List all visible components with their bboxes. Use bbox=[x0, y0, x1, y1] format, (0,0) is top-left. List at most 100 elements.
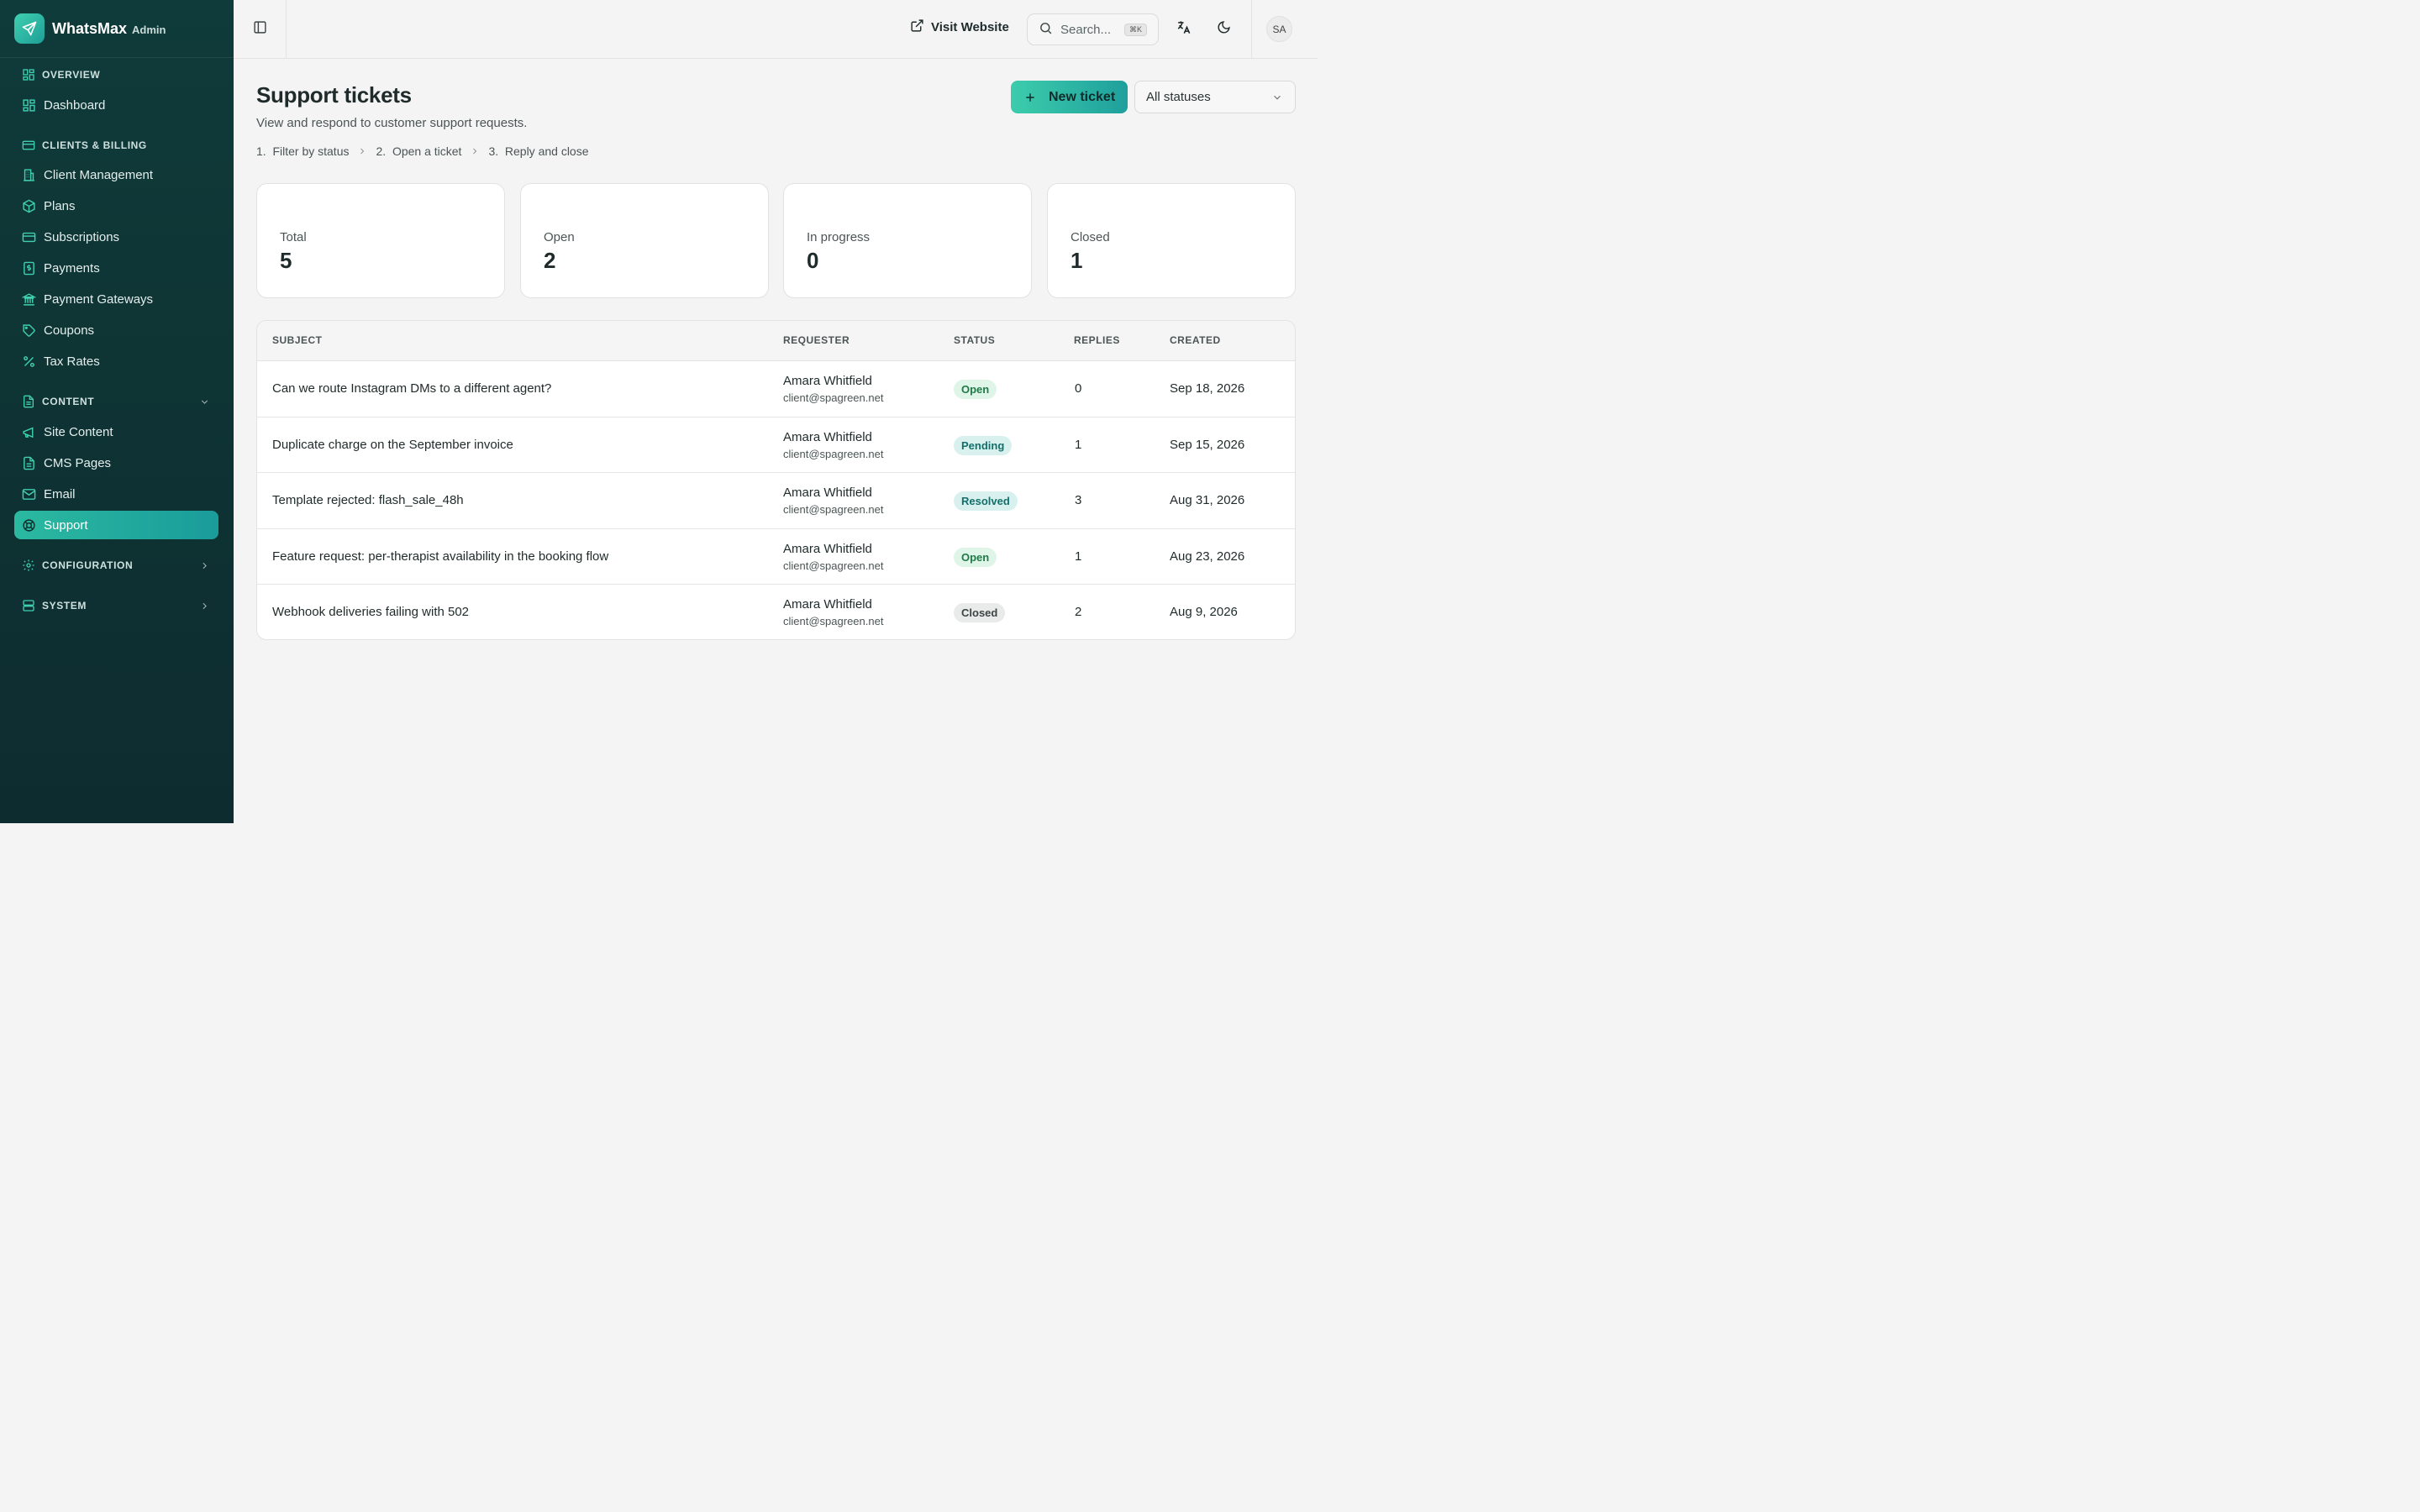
requester-email: client@spagreen.net bbox=[783, 447, 884, 460]
status-badge: Closed bbox=[954, 603, 1006, 622]
section-configuration[interactable]: CONFIGURATION bbox=[0, 557, 234, 574]
status-badge: Open bbox=[954, 547, 997, 567]
lifebuoy-icon bbox=[22, 518, 36, 533]
section-system[interactable]: SYSTEM bbox=[0, 597, 234, 614]
replies-count: 1 bbox=[1075, 437, 1082, 452]
sidebar-item-subscriptions[interactable]: Subscriptions bbox=[14, 223, 218, 251]
sidebar-item-label: Subscriptions bbox=[44, 229, 120, 244]
language-button[interactable] bbox=[1174, 20, 1192, 39]
requester-name: Amara Whitfield bbox=[783, 486, 872, 500]
search-icon bbox=[1039, 21, 1060, 39]
sidebar-item-label: Support bbox=[44, 517, 88, 533]
section-overview: OVERVIEW bbox=[0, 66, 234, 83]
requester-email: client@spagreen.net bbox=[783, 391, 884, 404]
step-3: 3. Reply and close bbox=[488, 144, 589, 158]
sidebar-item-site-content[interactable]: Site Content bbox=[14, 417, 218, 446]
sidebar-item-payment-gateways[interactable]: Payment Gateways bbox=[14, 285, 218, 313]
server-icon bbox=[22, 599, 35, 612]
chevron-down-icon bbox=[199, 396, 210, 407]
brand[interactable]: WhatsMax Admin bbox=[0, 0, 234, 58]
stat-label: Open bbox=[544, 230, 575, 244]
stat-card-open: Open 2 bbox=[520, 183, 769, 298]
sidebar-item-email[interactable]: Email bbox=[14, 480, 218, 508]
dashboard-icon bbox=[22, 68, 35, 81]
created-date: Sep 18, 2026 bbox=[1170, 381, 1245, 396]
replies-count: 2 bbox=[1075, 605, 1082, 619]
section-clients-billing-label: CLIENTS & BILLING bbox=[42, 139, 147, 151]
ticket-subject[interactable]: Can we route Instagram DMs to a differen… bbox=[272, 381, 551, 396]
sidebar-toggle-button[interactable] bbox=[234, 0, 287, 58]
section-content[interactable]: CONTENT bbox=[0, 393, 234, 410]
status-filter-select[interactable]: All statuses bbox=[1134, 81, 1296, 113]
avatar[interactable]: SA bbox=[1266, 16, 1292, 42]
package-icon bbox=[22, 199, 36, 213]
sidebar-item-plans[interactable]: Plans bbox=[14, 192, 218, 220]
created-date: Aug 31, 2026 bbox=[1170, 493, 1245, 507]
table-row[interactable]: Template rejected: flash_sale_48h Amara … bbox=[257, 473, 1295, 529]
column-header-requester[interactable]: REQUESTER bbox=[783, 334, 850, 346]
status-badge: Pending bbox=[954, 435, 1013, 455]
page-title: Support tickets bbox=[256, 82, 412, 108]
sidebar-item-label: Coupons bbox=[44, 323, 95, 338]
new-ticket-label: New ticket bbox=[1049, 89, 1116, 104]
requester-email: client@spagreen.net bbox=[783, 615, 884, 627]
ticket-subject[interactable]: Template rejected: flash_sale_48h bbox=[272, 493, 464, 507]
chevron-right-icon bbox=[199, 560, 210, 571]
search-input[interactable]: Search... ⌘K bbox=[1027, 13, 1159, 45]
receipt-dollar-icon bbox=[22, 261, 36, 276]
table-row[interactable]: Feature request: per-therapist availabil… bbox=[257, 529, 1295, 585]
sidebar-item-coupons[interactable]: Coupons bbox=[14, 316, 218, 344]
sidebar-item-label: Client Management bbox=[44, 167, 154, 182]
sidebar-item-label: Plans bbox=[44, 198, 76, 213]
table-row[interactable]: Webhook deliveries failing with 502 Amar… bbox=[257, 585, 1295, 639]
sidebar-item-client-management[interactable]: Client Management bbox=[14, 160, 218, 189]
requester-name: Amara Whitfield bbox=[783, 597, 872, 612]
sidebar-item-payments[interactable]: Payments bbox=[14, 254, 218, 282]
percent-icon bbox=[22, 354, 36, 369]
file-text-icon bbox=[22, 395, 35, 408]
credit-card-icon bbox=[22, 230, 36, 244]
building-icon bbox=[22, 168, 36, 182]
sidebar-item-dashboard[interactable]: Dashboard bbox=[14, 91, 218, 119]
ticket-subject[interactable]: Duplicate charge on the September invoic… bbox=[272, 438, 513, 452]
theme-toggle-button[interactable] bbox=[1214, 20, 1233, 39]
requester-name: Amara Whitfield bbox=[783, 429, 872, 444]
column-header-replies[interactable]: REPLIES bbox=[1074, 334, 1120, 346]
table-row[interactable]: Can we route Instagram DMs to a differen… bbox=[257, 361, 1295, 417]
section-clients-billing: CLIENTS & BILLING bbox=[0, 137, 234, 154]
stats-row: Total 5 Open 2 In progress 0 Closed 1 bbox=[256, 183, 1296, 298]
stat-value: 5 bbox=[280, 248, 292, 273]
status-badge: Resolved bbox=[954, 491, 1018, 511]
column-header-status[interactable]: STATUS bbox=[954, 334, 995, 346]
megaphone-icon bbox=[22, 425, 36, 439]
column-header-created[interactable]: CREATED bbox=[1170, 334, 1221, 346]
topbar-divider bbox=[1251, 0, 1252, 58]
visit-website-link[interactable]: Visit Website bbox=[910, 18, 1009, 36]
sidebar: WhatsMax Admin OVERVIEW Dashboard CLIENT… bbox=[0, 0, 234, 823]
table-header: SUBJECT REQUESTER STATUS REPLIES CREATED bbox=[257, 321, 1295, 361]
sidebar-item-label: Site Content bbox=[44, 424, 113, 439]
status-badge: Open bbox=[954, 380, 997, 399]
brand-sub: Admin bbox=[132, 24, 166, 36]
created-date: Aug 9, 2026 bbox=[1170, 605, 1238, 619]
steps-breadcrumb: 1. Filter by status 2. Open a ticket 3. … bbox=[256, 144, 589, 158]
table-row[interactable]: Duplicate charge on the September invoic… bbox=[257, 417, 1295, 473]
stat-card-in-progress: In progress 0 bbox=[783, 183, 1032, 298]
tickets-table: SUBJECT REQUESTER STATUS REPLIES CREATED… bbox=[256, 320, 1296, 640]
column-header-subject[interactable]: SUBJECT bbox=[272, 334, 323, 346]
new-ticket-button[interactable]: New ticket bbox=[1011, 81, 1128, 113]
ticket-subject[interactable]: Webhook deliveries failing with 502 bbox=[272, 605, 469, 619]
sidebar-item-label: Payments bbox=[44, 260, 100, 276]
stat-label: Total bbox=[280, 230, 307, 244]
panel-left-icon bbox=[253, 20, 267, 39]
file-text-icon bbox=[22, 456, 36, 470]
search-shortcut: ⌘K bbox=[1123, 23, 1147, 36]
chevron-right-icon bbox=[199, 601, 210, 612]
sidebar-item-tax-rates[interactable]: Tax Rates bbox=[14, 347, 218, 375]
chevron-right-icon bbox=[470, 146, 480, 156]
translate-icon bbox=[1176, 19, 1192, 39]
sidebar-item-label: CMS Pages bbox=[44, 455, 112, 470]
sidebar-item-cms-pages[interactable]: CMS Pages bbox=[14, 449, 218, 477]
ticket-subject[interactable]: Feature request: per-therapist availabil… bbox=[272, 549, 608, 564]
sidebar-item-support[interactable]: Support bbox=[14, 511, 218, 539]
